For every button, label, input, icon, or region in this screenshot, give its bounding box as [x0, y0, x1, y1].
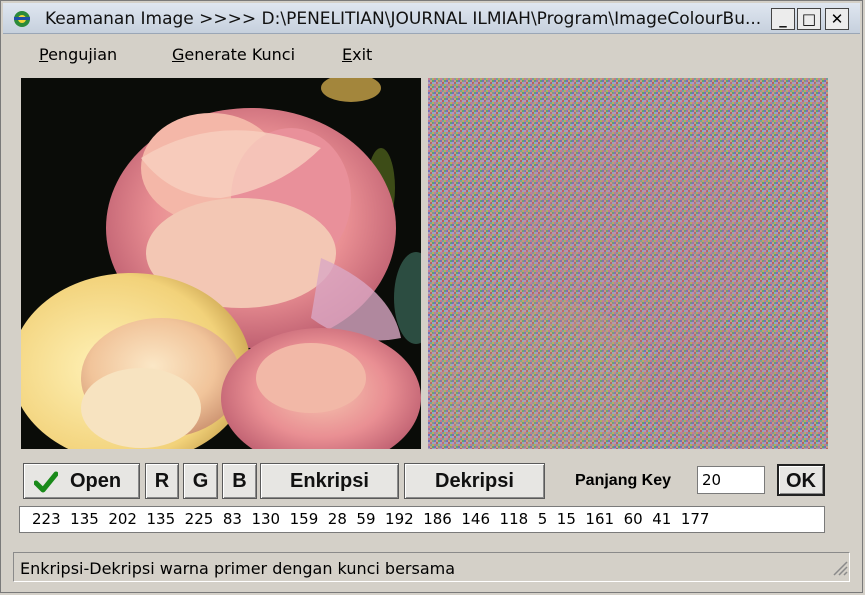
encrypted-image [428, 78, 828, 449]
enkripsi-button[interactable]: Enkripsi [260, 463, 399, 499]
encrypted-picture [428, 78, 828, 449]
status-bar: Enkripsi-Dekripsi warna primer dengan ku… [13, 552, 850, 582]
minimize-button[interactable]: _ [771, 8, 795, 30]
menu-label: xit [352, 45, 373, 64]
menu-bar: Pengujian Generate Kunci Exit [3, 35, 860, 73]
title-bar[interactable]: Keamanan Image >>>> D:\PENELITIAN\JOURNA… [3, 3, 860, 34]
open-button-label: Open [70, 470, 122, 492]
key-values-field[interactable]: 223 135 202 135 225 83 130 159 28 59 192… [19, 506, 825, 533]
b-button[interactable]: B [222, 463, 257, 499]
r-button[interactable]: R [145, 463, 179, 499]
open-button[interactable]: Open [23, 463, 140, 499]
menu-accel: G [172, 45, 185, 64]
key-length-input[interactable]: 20 [697, 466, 765, 494]
menu-pengujian[interactable]: Pengujian [39, 45, 117, 64]
close-button[interactable]: ✕ [825, 8, 849, 30]
app-icon [14, 11, 30, 27]
menu-label: enerate Kunci [184, 45, 296, 64]
dekripsi-button[interactable]: Dekripsi [404, 463, 545, 499]
menu-accel: E [342, 45, 353, 64]
ok-button[interactable]: OK [777, 464, 825, 496]
original-image [21, 78, 421, 449]
window-title: Keamanan Image >>>> D:\PENELITIAN\JOURNA… [45, 9, 762, 29]
main-window: Keamanan Image >>>> D:\PENELITIAN\JOURNA… [0, 0, 863, 593]
menu-exit[interactable]: Exit [342, 45, 372, 64]
resize-grip-icon[interactable] [830, 558, 848, 576]
checkmark-icon [34, 471, 58, 493]
maximize-button[interactable]: □ [797, 8, 821, 30]
flower-picture [21, 78, 421, 449]
menu-label: engujian [48, 45, 118, 64]
menu-generate-kunci[interactable]: Generate Kunci [172, 45, 295, 64]
menu-accel: P [39, 45, 49, 64]
key-length-label: Panjang Key [575, 472, 672, 489]
g-button[interactable]: G [183, 463, 218, 499]
